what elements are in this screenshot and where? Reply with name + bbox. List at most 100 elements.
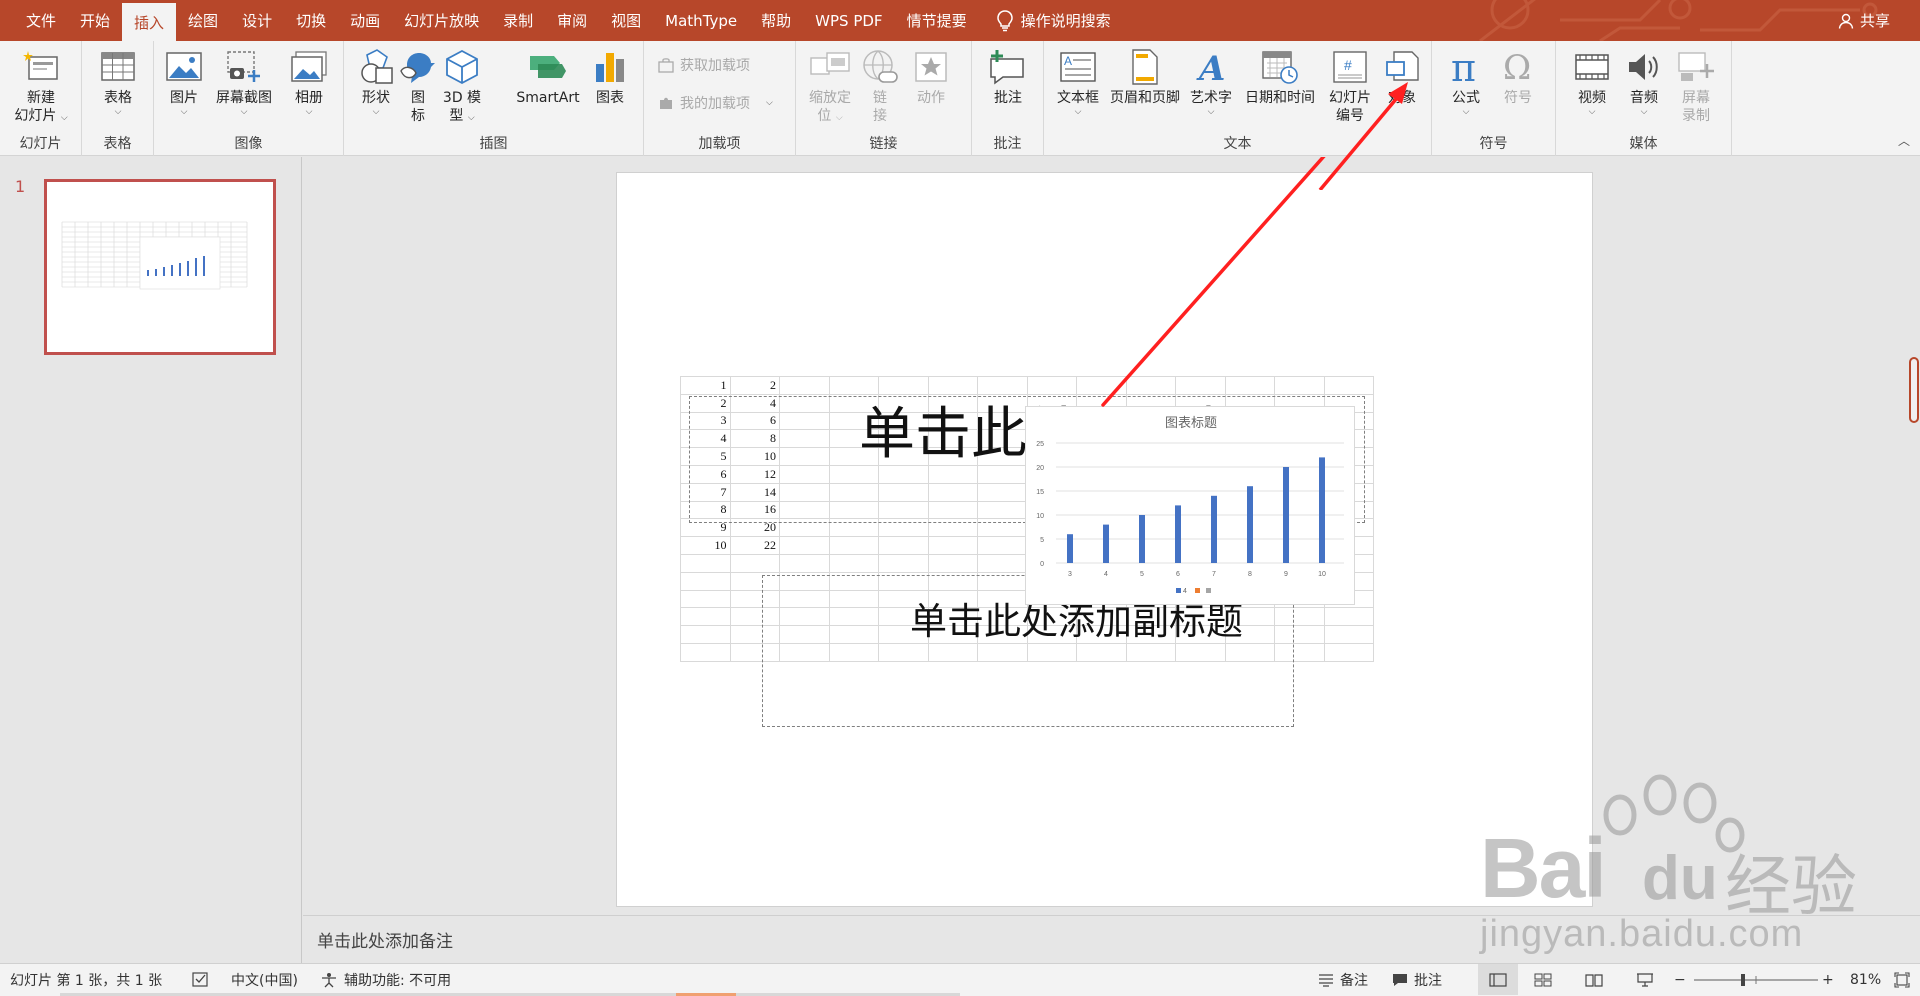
new-slide-label-1: 新建 [27,90,55,106]
tab-mathtype[interactable]: MathType [653,0,749,41]
icons-icon [398,47,438,87]
link-globe-icon [860,47,900,87]
tab-design[interactable]: 设计 [230,0,284,41]
album-button[interactable]: 相册 ⌵ [284,47,334,117]
textbox-button[interactable]: A 文本框 ⌵ [1054,47,1102,117]
action-button[interactable]: 动作 [906,47,956,107]
video-button[interactable]: 视频 ⌵ [1570,47,1614,117]
tab-help[interactable]: 帮助 [749,0,803,41]
wordart-button[interactable]: A 艺术字 ⌵ [1186,47,1236,117]
smartart-button[interactable]: SmartArt [512,47,584,107]
tab-file[interactable]: 文件 [14,0,68,41]
tell-me-search[interactable]: 操作说明搜索 [996,0,1111,41]
status-bar: 幻灯片 第 1 张，共 1 张 中文(中国) 辅助功能: 不可用 备注 批注 −… [0,963,1920,996]
notes-pane[interactable]: 单击此处添加备注 [303,915,1920,962]
screen-record-icon [1676,47,1716,87]
screenshot-button[interactable]: 屏幕截图 ⌵ [210,47,278,117]
share-label: 共享 [1859,12,1890,30]
tab-view[interactable]: 视图 [599,0,653,41]
collapse-ribbon-icon[interactable]: ︿ [1898,132,1910,149]
group-images: 图片 ⌵ 屏幕截图 ⌵ 相册 ⌵ 图像 [154,41,344,156]
slide-count-status: 幻灯片 第 1 张，共 1 张 [10,964,162,995]
smartart-label: SmartArt [516,90,580,106]
get-addins-button[interactable]: 获取加载项 [658,55,750,75]
icons-button[interactable]: 图 标 [400,47,436,125]
textbox-icon: A [1058,47,1098,87]
model3d-button[interactable]: 3D 模 型 ⌵ [442,47,482,125]
new-comment-button[interactable]: 批注 [986,47,1030,107]
share-button[interactable]: 共享 [1838,0,1890,41]
chart-label: 图表 [596,90,624,106]
notes-placeholder[interactable]: 单击此处添加备注 [317,927,453,952]
zoom-in-button[interactable]: + [1822,964,1834,995]
group-illustrations: 形状 ⌵ 图 标 3D 模 型 ⌵ SmartArt 图表 插图 [344,41,644,156]
screen-rec-label-1: 屏幕 [1682,90,1710,106]
link-button[interactable]: 链 接 [860,47,900,125]
tab-transitions[interactable]: 切换 [284,0,338,41]
scrollbar-thumb[interactable] [1909,357,1919,423]
screenshot-icon [224,47,264,87]
thumbnail-preview [61,221,248,290]
picture-button[interactable]: 图片 ⌵ [164,47,204,117]
tab-storyboard[interactable]: 情节提要 [895,0,979,41]
slideshow-button[interactable] [1636,964,1654,995]
picture-icon [164,47,204,87]
comments-toggle-button[interactable]: 批注 [1392,964,1442,995]
fit-to-window-button[interactable] [1894,964,1910,995]
bar-chart-icon [590,47,630,87]
omega-icon: Ω [1498,47,1538,87]
ribbon-insert: 新建 幻灯片 ⌵ 幻灯片 表格 ⌵ 表格 图片 ⌵ 屏幕截图 ⌵ 相册 ⌵ 图像… [0,41,1920,156]
tab-wps-pdf[interactable]: WPS PDF [803,0,894,41]
svg-text:Ω: Ω [1503,49,1531,85]
tab-draw[interactable]: 绘图 [176,0,230,41]
accessibility-status[interactable]: 辅助功能: 不可用 [320,964,451,995]
my-addins-button[interactable]: 我的加载项 ⌵ [658,93,773,113]
annotation-arrowhead [1318,82,1408,190]
symbol-button[interactable]: Ω 符号 [1494,47,1542,107]
zoom-button[interactable]: 缩放定 位 ⌵ [802,47,858,125]
new-slide-button[interactable]: 新建 幻灯片 ⌵ [6,47,76,125]
zoom-level[interactable]: 81% [1850,964,1881,995]
notes-toggle-label: 备注 [1340,972,1368,989]
audio-button[interactable]: 音频 ⌵ [1622,47,1666,117]
tab-review[interactable]: 审阅 [545,0,599,41]
tab-record[interactable]: 录制 [491,0,545,41]
screen-recording-button[interactable]: 屏幕 录制 [1674,47,1718,125]
fit-window-icon [1894,971,1910,988]
icons-label-2: 标 [411,108,425,124]
header-footer-button[interactable]: 页眉和页脚 [1106,47,1184,107]
shapes-button[interactable]: 形状 ⌵ [356,47,396,117]
tab-slideshow[interactable]: 幻灯片放映 [392,0,491,41]
puzzle-icon [660,97,672,109]
chart-button[interactable]: 图表 [588,47,632,107]
language-status[interactable]: 中文(中国) [231,964,298,995]
vertical-scrollbar[interactable] [1906,157,1920,915]
reading-view-button[interactable] [1585,964,1603,995]
group-tables: 表格 ⌵ 表格 [82,41,154,156]
cube-3d-icon [442,47,482,87]
slide-thumbnail[interactable] [44,179,276,355]
tab-home[interactable]: 开始 [68,0,122,41]
notes-toggle-button[interactable]: 备注 [1318,964,1368,995]
spellcheck-icon[interactable] [192,964,210,995]
my-addins-label: 我的加载项 [680,96,750,112]
tab-animations[interactable]: 动画 [338,0,392,41]
svg-text:A: A [1064,54,1072,68]
normal-view-button[interactable] [1478,964,1518,995]
slide-sorter-button[interactable] [1534,964,1552,995]
tab-insert[interactable]: 插入 [122,0,177,41]
new-slide-icon [21,47,61,87]
zoom-out-button[interactable]: − [1674,964,1686,995]
zoom-slider[interactable] [1694,964,1818,995]
comments-icon [1393,973,1407,986]
audio-label: 音频 [1630,90,1658,106]
group-media: 视频 ⌵ 音频 ⌵ 屏幕 录制 媒体 [1556,41,1732,156]
slide-count-text: 幻灯片 第 1 张，共 1 张 [10,972,163,989]
svg-text:A: A [1196,49,1225,85]
person-icon [1838,13,1854,29]
table-button[interactable]: 表格 ⌵ [96,47,140,117]
group-label-addins: 加载项 [698,136,741,152]
calendar-clock-icon [1260,47,1300,87]
shapes-icon [356,47,396,87]
equation-button[interactable]: π 公式 ⌵ [1442,47,1490,117]
